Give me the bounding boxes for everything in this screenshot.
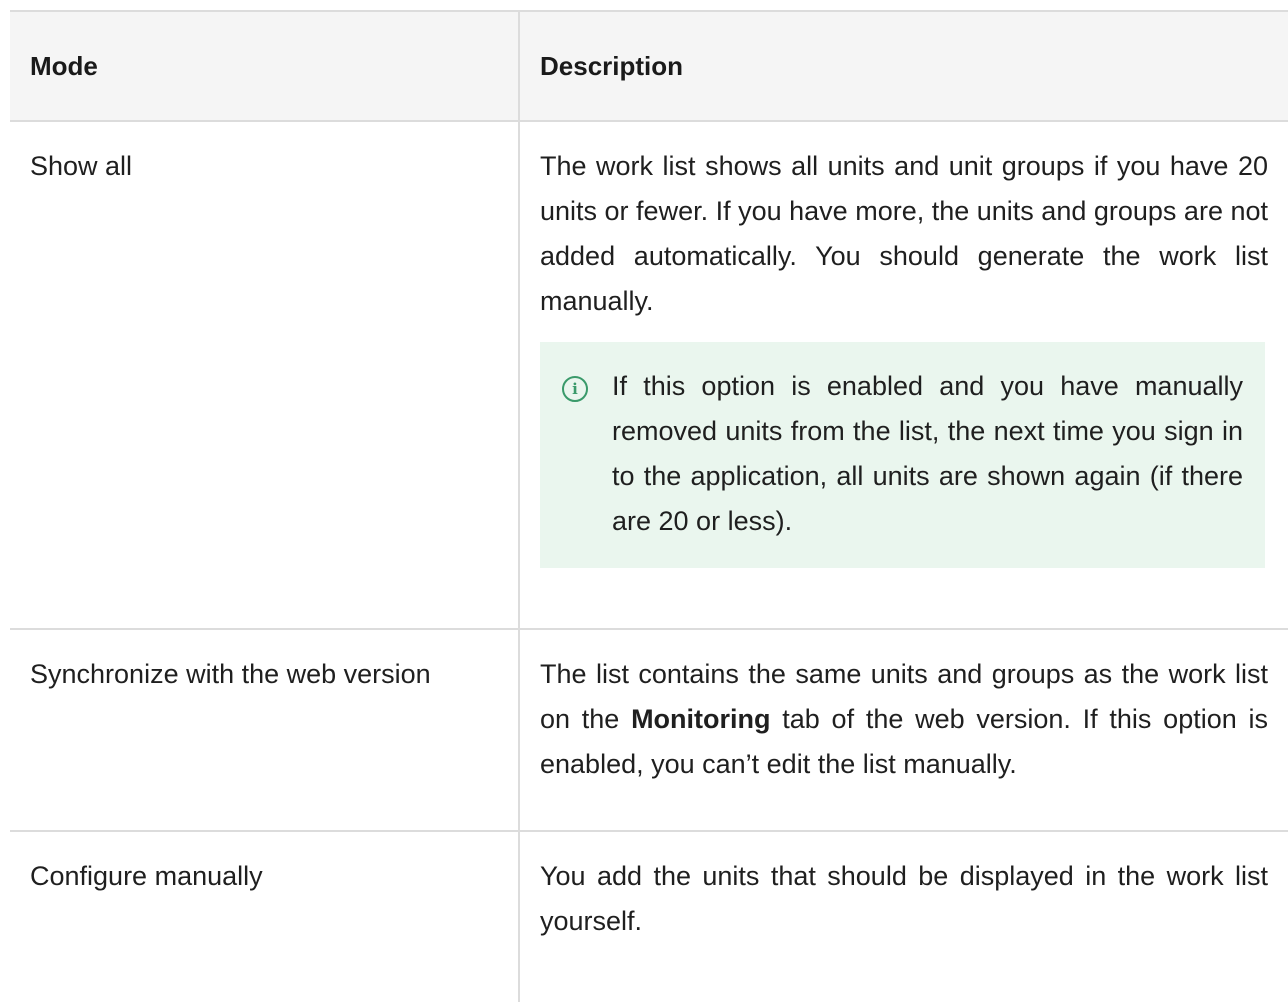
- mode-label: Show all: [30, 151, 133, 181]
- mode-cell: Configure manually: [10, 832, 520, 1002]
- description-text: The work list shows all units and unit g…: [540, 151, 1268, 316]
- description-cell: The list contains the same units and gro…: [520, 630, 1288, 830]
- header-cell-mode: Mode: [10, 12, 520, 120]
- mode-label: Configure manually: [30, 861, 263, 891]
- monitoring-tab-name: Monitoring: [631, 704, 771, 734]
- description-text: You add the units that should be display…: [540, 861, 1268, 936]
- description-cell: The work list shows all units and unit g…: [520, 122, 1288, 628]
- header-mode-label: Mode: [30, 50, 98, 81]
- info-note: i If this option is enabled and you have…: [540, 342, 1265, 568]
- header-cell-description: Description: [520, 12, 1288, 120]
- mode-cell: Synchronize with the web version: [10, 630, 520, 830]
- table-row: Synchronize with the web version The lis…: [10, 630, 1288, 832]
- info-icon: i: [562, 376, 588, 402]
- info-note-text: If this option is enabled and you have m…: [612, 371, 1243, 536]
- mode-label: Synchronize with the web version: [30, 659, 431, 689]
- modes-table: Mode Description Show all The work list …: [10, 10, 1288, 1002]
- mode-cell: Show all: [10, 122, 520, 628]
- description-cell: You add the units that should be display…: [520, 832, 1288, 1002]
- header-description-label: Description: [540, 50, 684, 81]
- table-row: Show all The work list shows all units a…: [10, 122, 1288, 630]
- table-header-row: Mode Description: [10, 10, 1288, 122]
- description-text: The list contains the same units and gro…: [540, 630, 1268, 787]
- table-row: Configure manually You add the units tha…: [10, 832, 1288, 1002]
